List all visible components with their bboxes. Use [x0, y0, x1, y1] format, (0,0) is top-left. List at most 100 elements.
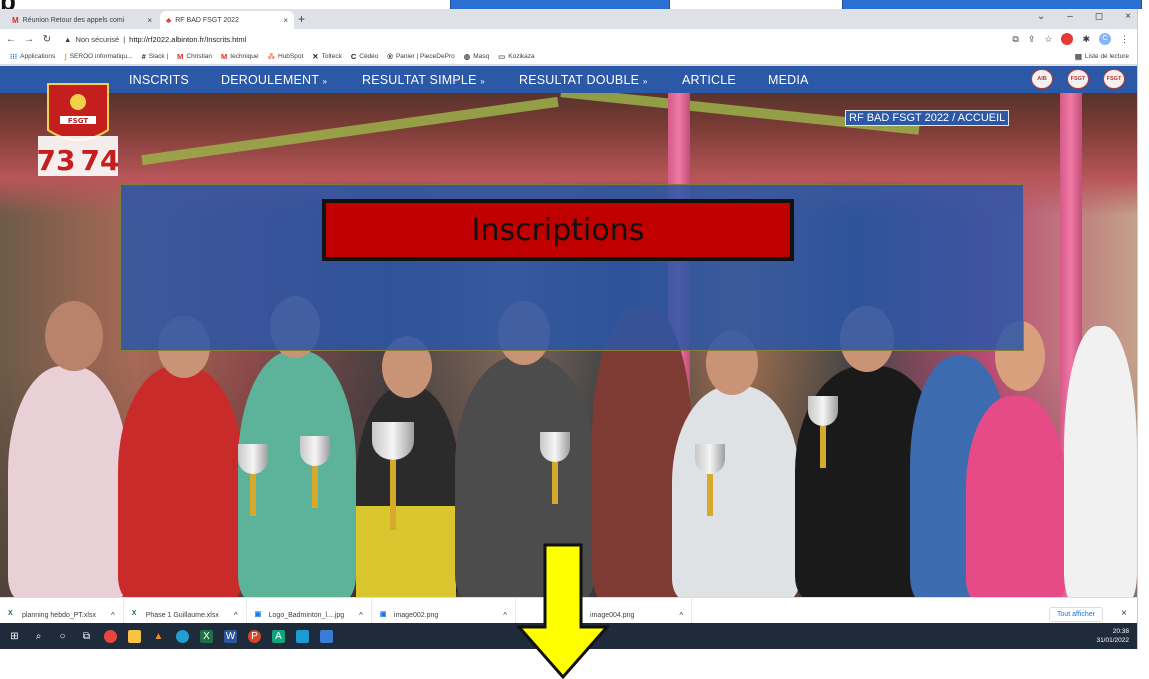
breadcrumb[interactable]: RF BAD FSGT 2022 / ACCUEIL	[845, 110, 1010, 126]
download-name: image002.png	[393, 611, 439, 619]
title-overlay-panel: Inscriptions	[120, 184, 1024, 351]
bookmark-hubspot[interactable]: ⁂ HubSpot	[268, 52, 304, 61]
nav-media[interactable]: MEDIA	[768, 73, 809, 87]
reload-icon[interactable]: ↻	[40, 34, 54, 45]
partner-logos: AlB FSGT FSGT	[1031, 69, 1125, 89]
translate-icon[interactable]: ⧉	[1012, 34, 1018, 45]
download-name: Phase 1 Guillaume.xlsx	[145, 611, 219, 619]
close-window-icon[interactable]: ×	[1125, 11, 1131, 22]
profile-avatar[interactable]: C	[1099, 33, 1111, 45]
person-shape	[8, 366, 128, 600]
cedeo-icon: C	[350, 52, 357, 61]
trophy	[300, 436, 330, 466]
taskbar-clock[interactable]: 20:38 31/01/2022	[1096, 627, 1129, 645]
bookmark-christian[interactable]: M Christian	[177, 52, 212, 61]
bookmark-masq[interactable]: ◍ Masq	[464, 52, 489, 61]
fsgt-badge-logo-icon[interactable]: FSGT	[1103, 69, 1125, 89]
task-view-icon[interactable]: ⧉	[80, 630, 93, 643]
vlc-icon[interactable]: ▲	[152, 630, 165, 643]
trophy	[238, 444, 268, 474]
excel-icon[interactable]: X	[200, 629, 213, 643]
bookmark-label: technique	[230, 53, 259, 60]
chevron-up-icon[interactable]: ^	[234, 611, 238, 620]
tab-search-icon[interactable]: ⌄	[1037, 11, 1045, 22]
forward-arrow-icon[interactable]: →	[22, 34, 36, 45]
nav-inscrits[interactable]: INSCRITS	[129, 73, 189, 87]
bookmark-seroo[interactable]: ʃ SEROO informatiqu...	[64, 52, 132, 61]
bookmark-label: Tolteck	[321, 53, 342, 60]
tab-close-icon[interactable]: ×	[147, 16, 152, 25]
edge-icon[interactable]	[176, 629, 189, 643]
nav-resultat-double[interactable]: RESULTAT DOUBLE »	[519, 73, 648, 87]
tab-reunion[interactable]: M Réunion Retour des appels comi ×	[6, 11, 158, 29]
bookmark-slack[interactable]: # Slack |	[142, 52, 169, 61]
piecedepro-icon: ®	[387, 52, 393, 61]
bookmark-tolteck[interactable]: ✕ Tolteck	[312, 52, 342, 61]
close-downloads-icon[interactable]: ×	[1121, 608, 1127, 619]
nav-resultat-simple[interactable]: RESULTAT SIMPLE »	[362, 73, 485, 87]
seroo-icon: ʃ	[64, 52, 67, 61]
trophy	[540, 432, 570, 462]
person-shape	[118, 366, 243, 600]
nav-label: RESULTAT DOUBLE	[519, 73, 640, 87]
bookmark-kozikaza[interactable]: ▭ Kozikaza	[498, 52, 534, 61]
browser-toolbar: ← → ↻ ▲ Non sécurisé | http://rf2022.alb…	[0, 29, 1137, 49]
excel-file-icon: X	[8, 609, 13, 617]
nav-article[interactable]: ARTICLE	[682, 73, 736, 87]
person-shape	[1064, 326, 1137, 600]
fsgt-logo-icon[interactable]: FSGT	[1067, 69, 1089, 89]
tab-rf-bad-fsgt[interactable]: ♣ RF BAD FSGT 2022 ×	[160, 11, 294, 29]
trophy-stem	[250, 474, 256, 516]
share-icon[interactable]: ⇪	[1028, 34, 1036, 45]
minimize-icon[interactable]: –	[1067, 11, 1073, 22]
show-all-downloads-button[interactable]: Tout afficher	[1048, 607, 1103, 622]
address-bar[interactable]: ▲ Non sécurisé | http://rf2022.albinton.…	[64, 35, 246, 44]
albinton-logo-icon[interactable]: AlB	[1031, 69, 1053, 89]
chevron-up-icon[interactable]: ^	[359, 611, 363, 620]
nav-label: DEROULEMENT	[221, 73, 319, 87]
search-icon[interactable]: ⌕	[32, 630, 45, 643]
bookmark-cedeo[interactable]: C Cédéo	[351, 52, 379, 61]
extensions-puzzle-icon[interactable]: ✱	[1082, 34, 1090, 45]
bookmark-technique[interactable]: Mtechnique	[221, 52, 258, 61]
image-file-icon: ▣	[379, 610, 387, 618]
reading-list-button[interactable]: ▤ Liste de lecture	[1075, 52, 1137, 61]
bookmark-star-icon[interactable]: ☆	[1044, 34, 1052, 45]
chevron-up-icon[interactable]: ^	[679, 611, 683, 620]
new-tab-button[interactable]: +	[298, 12, 305, 26]
fsgt-7374-logo[interactable]: FSGT 73 74	[38, 80, 118, 178]
chevron-up-icon[interactable]: ^	[503, 611, 507, 620]
bookmark-piecedepro[interactable]: ® Panier | PieceDePro	[387, 52, 454, 61]
bookmark-label: Panier | PieceDePro	[395, 53, 455, 60]
gmail-icon: M	[12, 15, 19, 25]
excel-file-icon: X	[131, 609, 137, 617]
back-arrow-icon[interactable]: ←	[4, 34, 18, 45]
nav-deroulement[interactable]: DEROULEMENT »	[221, 73, 327, 87]
file-explorer-icon[interactable]	[128, 629, 141, 643]
security-label: Non sécurisé	[75, 34, 120, 44]
word-icon[interactable]: W	[224, 629, 237, 643]
slack-icon: #	[141, 52, 146, 61]
site-navbar: INSCRITS DEROULEMENT » RESULTAT SIMPLE »…	[0, 66, 1137, 93]
maximize-icon[interactable]: ◻	[1095, 11, 1103, 22]
bookmark-label: Christian	[186, 53, 213, 60]
app-a-icon[interactable]: A	[272, 629, 285, 643]
cortana-icon[interactable]: ○	[56, 630, 69, 643]
app-teal-icon[interactable]	[296, 629, 309, 643]
adblock-icon[interactable]	[1061, 33, 1074, 45]
globe-icon: ◍	[463, 52, 471, 61]
trophy-stem	[707, 474, 713, 516]
photos-icon[interactable]	[320, 629, 333, 643]
windows-start-icon[interactable]: ⊞	[8, 630, 21, 643]
bookmark-applications[interactable]: ⁝⁝⁝ Applications	[10, 52, 55, 61]
menu-kebab-icon[interactable]: ⋮	[1120, 34, 1129, 45]
powerpoint-icon[interactable]: P	[248, 629, 261, 643]
download-name: planning hebdo_PT.xlsx	[22, 611, 96, 619]
chevron-up-icon[interactable]: ^	[111, 611, 115, 620]
tab-close-icon[interactable]: ×	[283, 16, 288, 25]
download-name: Logo_Badminton_l....jpg	[268, 611, 345, 619]
logo-number-73: 73	[38, 144, 75, 177]
chrome-icon[interactable]	[104, 629, 117, 643]
warning-icon: ▲	[64, 34, 72, 44]
tab-label: Réunion Retour des appels comi	[22, 16, 125, 24]
